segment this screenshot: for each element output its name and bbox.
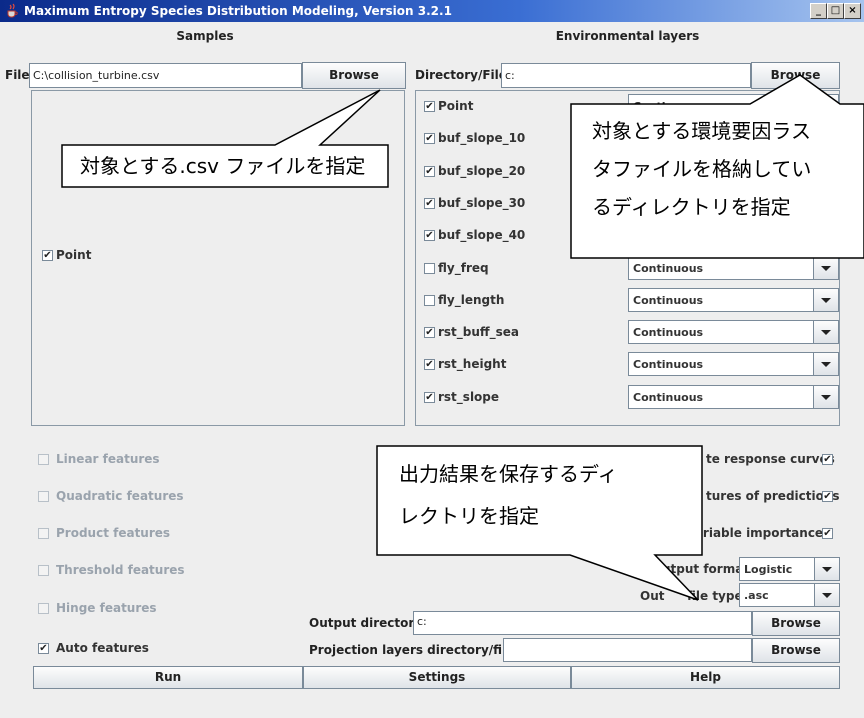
output-callout-line1: 出力結果を保存するディ bbox=[399, 462, 618, 486]
env-callout-line1: 対象とする環境要因ラス bbox=[592, 119, 811, 143]
env-callout-line2: タファイルを格納してい bbox=[592, 157, 812, 181]
output-callout-line2: レクトリを指定 bbox=[399, 504, 539, 528]
samples-callout-text: 対象とする.csv ファイルを指定 bbox=[80, 154, 366, 178]
callout-shapes bbox=[61, 74, 864, 601]
env-callout-line3: るディレクトリを指定 bbox=[592, 195, 791, 219]
